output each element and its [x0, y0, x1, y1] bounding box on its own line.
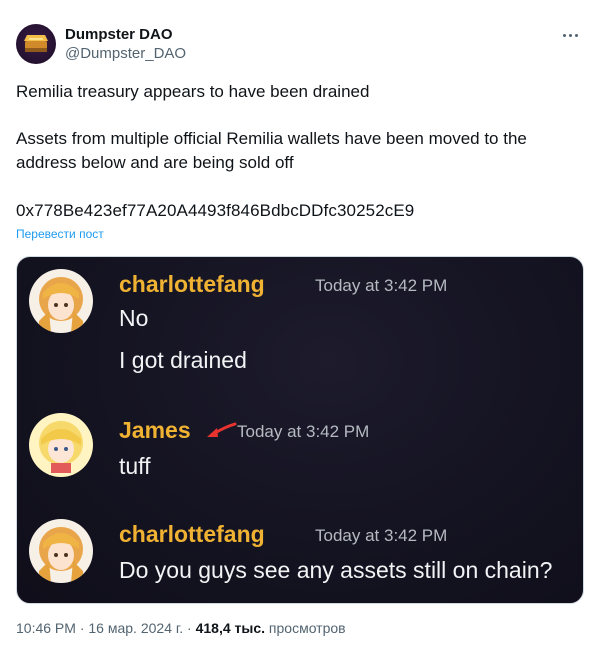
message-time: Today at 3:42 PM [315, 526, 448, 545]
tweet-line-1: Remilia treasury appears to have been dr… [16, 82, 370, 101]
translate-link[interactable]: Перевести пост [16, 227, 104, 241]
message-time: Today at 3:42 PM [237, 422, 370, 441]
tweet-time[interactable]: 10:46 PM [16, 620, 76, 636]
message-line: Do you guys see any assets still on chai… [119, 557, 553, 583]
chat-message: James Today at 3:42 PM tuff [17, 407, 583, 487]
dumpster-avatar-icon [24, 35, 48, 52]
message-line: tuff [119, 453, 151, 479]
more-icon[interactable] [557, 24, 585, 48]
tweet-date[interactable]: 16 мар. 2024 г. [88, 620, 183, 636]
message-time: Today at 3:42 PM [315, 276, 448, 295]
chat-message: charlottefang Today at 3:42 PM No I got … [17, 257, 583, 387]
james-avatar [29, 413, 93, 477]
views-label: просмотров [268, 620, 346, 636]
media-image[interactable]: charlottefang Today at 3:42 PM No I got … [16, 256, 584, 604]
tweet-meta: 10:46 PM · 16 мар. 2024 г. · 418,4 тыс. … [16, 620, 346, 636]
views-count: 418,4 тыс. [195, 620, 266, 636]
message-username: charlottefang [119, 521, 265, 547]
chat-message: charlottefang Today at 3:42 PM Do you gu… [17, 507, 583, 597]
charlottefang-avatar [29, 519, 93, 583]
arrow-icon [207, 422, 237, 437]
charlottefang-avatar [29, 269, 93, 333]
message-line: No [119, 305, 149, 331]
tweet: Dumpster DAO @Dumpster_DAO Remilia treas… [0, 0, 601, 646]
tweet-line-2: Assets from multiple official Remilia wa… [16, 129, 527, 172]
author-handle[interactable]: @Dumpster_DAO [65, 45, 186, 62]
message-username: charlottefang [119, 271, 265, 297]
message-username: James [119, 417, 191, 443]
message-line: I got drained [119, 347, 247, 373]
wallet-address: 0x778Be423ef77A20A4493f846BdbcDDfc30252c… [16, 201, 415, 220]
author-name[interactable]: Dumpster DAO [65, 26, 173, 43]
tweet-header: Dumpster DAO @Dumpster_DAO [16, 24, 585, 68]
author-avatar[interactable] [16, 24, 56, 64]
